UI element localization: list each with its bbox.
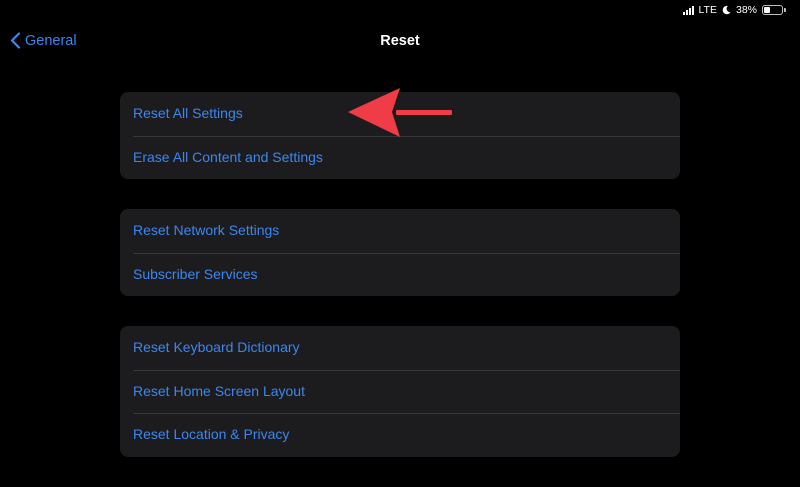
network-type: LTE bbox=[698, 4, 717, 16]
annotation-arrow-icon bbox=[348, 88, 452, 137]
signal-icon bbox=[682, 5, 694, 15]
erase-all-content-button[interactable]: Erase All Content and Settings bbox=[120, 135, 680, 180]
reset-keyboard-dictionary-button[interactable]: Reset Keyboard Dictionary bbox=[120, 326, 680, 370]
battery-fill bbox=[764, 7, 771, 13]
battery-percent: 38% bbox=[735, 4, 757, 16]
moon-icon bbox=[722, 5, 731, 15]
reset-home-screen-layout-button[interactable]: Reset Home Screen Layout bbox=[120, 369, 680, 414]
settings-reset-screen: LTE 38% General Reset Reset All Settings… bbox=[0, 0, 800, 487]
reset-location-privacy-button[interactable]: Reset Location & Privacy bbox=[120, 413, 680, 457]
reset-network-settings-button[interactable]: Reset Network Settings bbox=[120, 209, 680, 253]
page-title: Reset bbox=[380, 33, 420, 49]
reset-group-2: Reset Network Settings Subscriber Servic… bbox=[120, 209, 680, 296]
battery-icon bbox=[762, 5, 786, 15]
reset-group-3: Reset Keyboard Dictionary Reset Home Scr… bbox=[120, 326, 680, 457]
status-bar: LTE 38% bbox=[682, 3, 786, 17]
subscriber-services-button[interactable]: Subscriber Services bbox=[120, 252, 680, 297]
